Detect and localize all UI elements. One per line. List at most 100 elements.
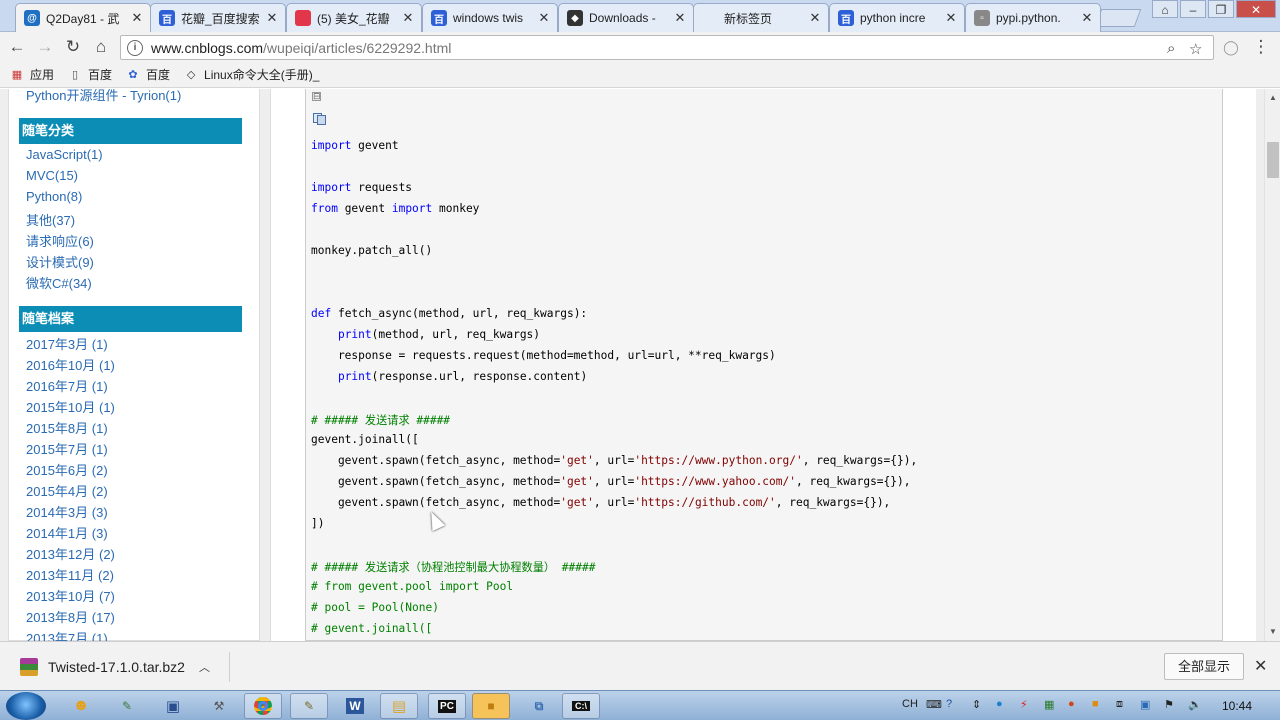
- sidebar-link[interactable]: 2015年8月 (1): [26, 418, 108, 437]
- tray-orange-icon[interactable]: ■: [1092, 698, 1099, 710]
- sidebar-link[interactable]: Python(8): [26, 189, 82, 204]
- browser-tab[interactable]: (5) 美女_花瓣 ✕: [286, 3, 422, 32]
- tab-close-icon[interactable]: ✕: [1080, 10, 1094, 26]
- collapse-icon[interactable]: ⊟: [312, 92, 321, 101]
- user-icon[interactable]: ⌂: [1152, 0, 1178, 18]
- clock[interactable]: 10:44: [1222, 699, 1252, 713]
- restore-button[interactable]: ❐: [1208, 0, 1234, 18]
- new-tab-button[interactable]: [1094, 9, 1142, 27]
- browser-tab[interactable]: ▫ pypi.python. ✕: [965, 3, 1101, 32]
- start-button[interactable]: [6, 692, 46, 720]
- chevron-up-icon[interactable]: ︿: [199, 659, 210, 675]
- extension-icon[interactable]: ◯: [1220, 37, 1242, 59]
- sidebar-link[interactable]: 2013年8月 (17): [26, 607, 115, 626]
- volume-icon[interactable]: 🔈: [1188, 698, 1202, 711]
- menu-icon[interactable]: ⋮: [1250, 37, 1272, 59]
- tray-green-icon[interactable]: ▦: [1044, 698, 1054, 711]
- tab-close-icon[interactable]: ✕: [265, 10, 279, 26]
- sidebar-link[interactable]: 2015年7月 (1): [26, 439, 108, 458]
- sidebar-link[interactable]: 2016年10月 (1): [26, 355, 115, 374]
- bookmark-item[interactable]: ▦ 应用: [10, 66, 54, 83]
- taskbar-app-notepad-icon[interactable]: ✎: [290, 693, 328, 719]
- show-all-downloads-button[interactable]: 全部显示: [1164, 653, 1244, 680]
- taskbar-app-qq-icon[interactable]: ☻: [62, 693, 100, 719]
- copy-code-icon[interactable]: [313, 113, 327, 125]
- tray-blue-icon[interactable]: ▣: [1140, 698, 1150, 711]
- sidebar-link[interactable]: 2015年4月 (2): [26, 481, 108, 500]
- taskbar-app-word-icon[interactable]: W: [336, 693, 374, 719]
- browser-tab[interactable]: 百 python incre ✕: [829, 3, 965, 32]
- bookmark-item[interactable]: ✿ 百度: [126, 66, 170, 83]
- sidebar-link[interactable]: 2015年6月 (2): [26, 460, 108, 479]
- sidebar-link[interactable]: 设计模式(9): [26, 252, 94, 271]
- reload-icon[interactable]: ↻: [62, 37, 84, 59]
- scroll-up-icon[interactable]: ▲: [1265, 91, 1280, 105]
- browser-tab[interactable]: 百花瓣_百度搜索 ✕: [150, 3, 286, 32]
- tab-close-icon[interactable]: ✕: [401, 10, 415, 26]
- browser-tab[interactable]: @ Q2Day81 - 武 ✕: [15, 3, 151, 32]
- address-bar[interactable]: i www.cnblogs.com/wupeiqi/articles/62292…: [120, 35, 1214, 60]
- home-icon[interactable]: ⌂: [90, 37, 112, 59]
- sidebar-link[interactable]: 2017年3月 (1): [26, 334, 108, 353]
- help-icon[interactable]: ?: [946, 698, 952, 710]
- keyboard-icon[interactable]: ⌨: [926, 698, 942, 711]
- sidebar-link[interactable]: 2014年3月 (3): [26, 502, 108, 521]
- sidebar-link[interactable]: 请求响应(6): [26, 231, 94, 250]
- taskbar-app-paint-icon[interactable]: ✎: [108, 693, 146, 719]
- tab-close-icon[interactable]: ✕: [808, 10, 822, 26]
- network-icon[interactable]: ⧈: [1116, 698, 1123, 711]
- tray-red-icon[interactable]: ●: [1068, 698, 1075, 710]
- minimize-button[interactable]: –: [1180, 0, 1206, 18]
- taskbar-app-explorer-icon[interactable]: ▤: [380, 693, 418, 719]
- bookmark-item[interactable]: ▯ 百度: [68, 66, 112, 83]
- sidebar-link[interactable]: 2013年11月 (2): [26, 565, 114, 584]
- browser-tab[interactable]: 新标签页 ✕: [693, 3, 829, 32]
- forward-icon[interactable]: →: [34, 37, 56, 59]
- tab-close-icon[interactable]: ✕: [130, 10, 144, 26]
- taskbar-app-pycharm-icon[interactable]: PC: [428, 693, 466, 719]
- antivirus-icon[interactable]: ⚡: [1020, 698, 1028, 711]
- tray-expand-icon[interactable]: ⇕: [972, 698, 981, 711]
- scroll-thumb[interactable]: [1267, 142, 1279, 178]
- download-item[interactable]: Twisted-17.1.0.tar.bz2 ︿: [14, 652, 230, 682]
- sidebar-link[interactable]: 2013年10月 (7): [26, 586, 115, 605]
- browser-tab[interactable]: 百 windows twis ✕: [422, 3, 558, 32]
- sidebar-link[interactable]: JavaScript(1): [26, 147, 103, 162]
- vertical-scrollbar[interactable]: ▲ ▼: [1264, 89, 1280, 641]
- sidebar-link[interactable]: 2016年7月 (1): [26, 376, 108, 395]
- taskbar-app-tool-icon[interactable]: ⚒: [200, 693, 238, 719]
- tray-app-icon[interactable]: ●: [996, 698, 1003, 710]
- taskbar-app-folder-icon[interactable]: ■: [472, 693, 510, 719]
- tab-title: Downloads -: [589, 11, 656, 25]
- sidebar-link[interactable]: Python开源组件 - Tyrion(1): [26, 89, 181, 104]
- sidebar-link[interactable]: 2015年10月 (1): [26, 397, 115, 416]
- zoom-search-icon[interactable]: ⌕: [1167, 40, 1175, 57]
- bookmark-star-icon[interactable]: ☆: [1189, 40, 1202, 58]
- tab-close-icon[interactable]: ✕: [537, 10, 551, 26]
- taskbar-app-chrome-icon[interactable]: [244, 693, 282, 719]
- ime-indicator[interactable]: CH: [902, 698, 918, 710]
- taskbar-app-save-icon[interactable]: ▣: [154, 693, 192, 719]
- taskbar-app-cmd-icon[interactable]: C:\: [562, 693, 600, 719]
- url-text[interactable]: www.cnblogs.com/wupeiqi/articles/6229292…: [151, 40, 451, 56]
- sidebar-link[interactable]: 其他(37): [26, 210, 75, 229]
- action-center-icon[interactable]: ⚑: [1164, 698, 1174, 711]
- sidebar-link[interactable]: 2013年12月 (2): [26, 544, 115, 563]
- close-icon[interactable]: ✕: [1254, 656, 1267, 676]
- sidebar-link[interactable]: 微软C#(34): [26, 273, 92, 292]
- scroll-down-icon[interactable]: ▼: [1265, 625, 1280, 639]
- sidebar-link[interactable]: MVC(15): [26, 168, 78, 183]
- back-icon[interactable]: ←: [6, 37, 28, 59]
- tab-close-icon[interactable]: ✕: [944, 10, 958, 26]
- info-icon[interactable]: i: [127, 40, 143, 56]
- close-window-button[interactable]: ✕: [1236, 0, 1276, 18]
- tab-close-icon[interactable]: ✕: [673, 10, 687, 26]
- browser-tab[interactable]: ◆ Downloads - ✕: [558, 3, 694, 32]
- sidebar-link[interactable]: 2013年7月 (1): [26, 628, 108, 641]
- bookmark-item[interactable]: ◇ Linux命令大全(手册)_: [184, 66, 320, 83]
- tab-title: python incre: [860, 11, 926, 25]
- taskbar-app-remote-icon[interactable]: ⧉: [520, 693, 558, 719]
- sidebar-link[interactable]: 2014年1月 (3): [26, 523, 108, 542]
- code-token: import: [311, 181, 352, 194]
